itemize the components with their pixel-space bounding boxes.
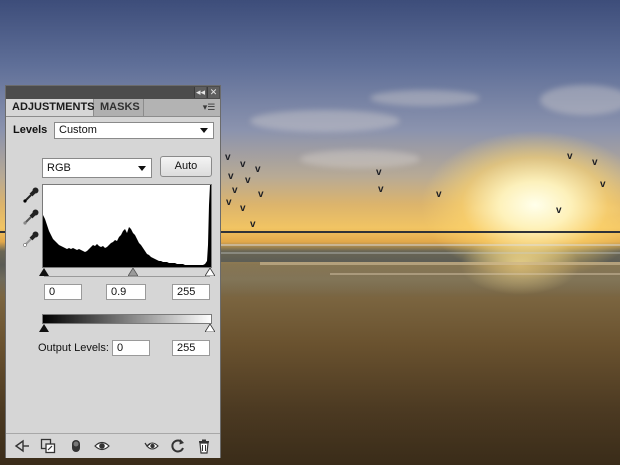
clip-to-layer-icon[interactable] [68,438,84,454]
cloud [540,85,620,115]
previous-state-icon[interactable] [144,438,160,454]
adjustments-panel: ◂◂ ✕ ADJUSTMENTS MASKS ▾☰ Levels Custom … [5,85,221,458]
bird: v [255,164,261,175]
output-gradient-bar [42,314,212,324]
close-icon[interactable]: ✕ [207,87,219,98]
histogram-graph [43,185,211,267]
channel-value: RGB [47,162,71,174]
input-white-field[interactable]: 255 [172,284,210,300]
preset-value: Custom [59,124,97,136]
auto-button[interactable]: Auto [160,156,212,177]
bird: v [245,175,251,186]
cloud [250,110,400,132]
levels-title: Levels [13,124,48,136]
panel-tab-row: ADJUSTMENTS MASKS ▾☰ [6,99,220,117]
output-black-field[interactable]: 0 [112,340,150,356]
preset-select[interactable]: Custom [54,122,214,139]
bird: v [228,171,234,182]
white-point-eyedropper-icon[interactable] [22,230,40,248]
bird: v [378,184,384,195]
panel-title-bar[interactable]: ◂◂ ✕ [6,86,220,99]
tab-masks[interactable]: MASKS [94,99,144,116]
output-white-field[interactable]: 255 [172,340,210,356]
chevron-down-icon [138,166,146,171]
reset-icon[interactable] [170,438,186,454]
cloud [300,150,420,168]
tab-adjustments[interactable]: ADJUSTMENTS [6,99,95,116]
expanded-view-icon[interactable] [40,438,56,454]
histogram-shape [43,185,211,267]
input-gamma-slider-handle[interactable] [128,268,138,276]
bird: v [250,219,256,230]
bird: v [225,152,231,163]
bird: v [567,151,573,162]
output-levels-label: Output Levels: [38,342,109,354]
bird: v [556,205,562,216]
output-white-slider-handle[interactable] [205,324,215,332]
bird: v [258,189,264,200]
trash-icon[interactable] [196,438,212,454]
collapse-icon[interactable]: ◂◂ [194,87,206,98]
gray-point-eyedropper-icon[interactable] [22,208,40,226]
channel-select[interactable]: RGB [42,158,152,178]
wave [220,244,620,246]
histogram [42,184,212,268]
wet-sand [220,262,620,296]
bird: v [226,197,232,208]
input-white-slider-handle[interactable] [205,268,215,276]
bird: v [232,185,238,196]
return-to-list-icon[interactable] [14,438,30,454]
panel-menu-icon[interactable]: ▾☰ [202,101,216,113]
visibility-eye-icon[interactable] [94,438,110,454]
panel-bottom-bar [6,433,220,458]
bird: v [376,167,382,178]
bird: v [436,189,442,200]
input-slider-track[interactable] [44,276,210,277]
input-gamma-field[interactable]: 0.9 [106,284,146,300]
bird: v [592,157,598,168]
black-point-eyedropper-icon[interactable] [22,186,40,204]
input-black-slider-handle[interactable] [39,268,49,276]
bird: v [240,203,246,214]
chevron-down-icon [200,128,208,133]
bird: v [600,179,606,190]
wave [220,252,620,254]
bird: v [240,159,246,170]
input-black-field[interactable]: 0 [44,284,82,300]
output-black-slider-handle[interactable] [39,324,49,332]
cloud [370,90,480,106]
